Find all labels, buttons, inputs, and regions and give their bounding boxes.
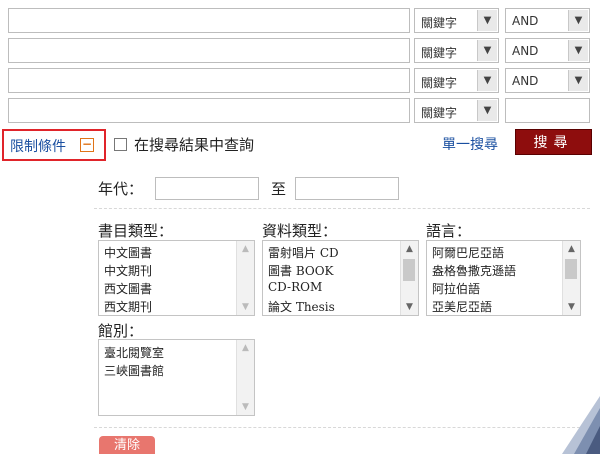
year-to-input[interactable] bbox=[295, 177, 399, 200]
year-from-input[interactable] bbox=[155, 177, 259, 200]
chevron-down-icon: ▼ bbox=[568, 70, 588, 91]
arrow-down-icon[interactable]: ▼ bbox=[237, 399, 254, 415]
field-select-value: 關鍵字 bbox=[421, 76, 458, 90]
arrow-up-icon[interactable]: ▲ bbox=[237, 241, 254, 257]
within-results-label: 在搜尋結果中查詢 bbox=[134, 136, 255, 154]
list-item[interactable]: 西文圖書 bbox=[104, 280, 152, 297]
field-select-value: 關鍵字 bbox=[421, 16, 458, 30]
list-item[interactable]: 阿拉伯語 bbox=[432, 280, 480, 297]
search-button[interactable]: 搜尋 bbox=[515, 129, 592, 155]
clear-button[interactable]: 清除 bbox=[99, 436, 155, 454]
arrow-up-icon[interactable]: ▲ bbox=[401, 241, 418, 257]
field-select-4[interactable]: 關鍵字 ▼ bbox=[414, 98, 499, 123]
search-term-input-4[interactable] bbox=[8, 98, 410, 123]
list-item[interactable]: 三峽圖書館 bbox=[104, 362, 164, 379]
chevron-down-icon: ▼ bbox=[477, 70, 497, 91]
chevron-down-icon: ▼ bbox=[477, 100, 497, 121]
chevron-down-icon: ▼ bbox=[477, 10, 497, 31]
field-select-value: 關鍵字 bbox=[421, 46, 458, 60]
within-results-checkbox[interactable] bbox=[114, 138, 127, 151]
list-item[interactable]: 亞美尼亞語 bbox=[432, 298, 492, 315]
arrow-up-icon[interactable]: ▲ bbox=[563, 241, 580, 257]
language-listbox[interactable]: 阿爾巴尼亞語 盎格魯撒克遜語 阿拉伯語 亞美尼亞語 ▲ ▼ bbox=[426, 240, 581, 316]
operator-select-3[interactable]: AND ▼ bbox=[505, 68, 590, 93]
list-item[interactable]: 盎格魯撒克遜語 bbox=[432, 262, 516, 279]
arrow-down-icon[interactable]: ▼ bbox=[237, 299, 254, 315]
operator-select-value: AND bbox=[512, 14, 539, 28]
list-item[interactable]: 中文圖書 bbox=[104, 244, 152, 261]
divider bbox=[94, 208, 590, 209]
list-item[interactable]: 中文期刊 bbox=[104, 262, 152, 279]
minus-box-icon: − bbox=[80, 137, 94, 152]
arrow-up-icon[interactable]: ▲ bbox=[237, 340, 254, 356]
language-label: 語言： bbox=[426, 222, 472, 240]
branch-listbox[interactable]: 臺北閱覽室 三峽圖書館 ▲ ▼ bbox=[98, 339, 255, 416]
list-item[interactable]: 雷射唱片 CD bbox=[268, 244, 339, 261]
search-term-input-3[interactable] bbox=[8, 68, 410, 93]
search-term-input-1[interactable] bbox=[8, 8, 410, 33]
field-select-2[interactable]: 關鍵字 ▼ bbox=[414, 38, 499, 63]
year-blank-input[interactable] bbox=[505, 98, 590, 123]
scrollbar[interactable]: ▲ ▼ bbox=[236, 241, 254, 315]
operator-select-value: AND bbox=[512, 44, 539, 58]
scroll-thumb[interactable] bbox=[565, 259, 577, 279]
bib-type-listbox[interactable]: 中文圖書 中文期刊 西文圖書 西文期刊 ▲ ▼ bbox=[98, 240, 255, 316]
scrollbar[interactable]: ▲ ▼ bbox=[562, 241, 580, 315]
chevron-down-icon: ▼ bbox=[477, 40, 497, 61]
branch-label: 館別： bbox=[98, 322, 144, 340]
filter-label: 限制條件 bbox=[10, 139, 66, 155]
divider bbox=[94, 427, 590, 428]
operator-select-1[interactable]: AND ▼ bbox=[505, 8, 590, 33]
bib-type-label: 書目類型： bbox=[98, 222, 174, 240]
arrow-down-icon[interactable]: ▼ bbox=[563, 299, 580, 315]
list-item[interactable]: 臺北閱覽室 bbox=[104, 344, 164, 361]
chevron-down-icon: ▼ bbox=[568, 40, 588, 61]
list-item[interactable]: 論文 Thesis bbox=[268, 298, 335, 315]
field-select-value: 關鍵字 bbox=[421, 106, 458, 120]
list-item[interactable]: 西文期刊 bbox=[104, 298, 152, 315]
scrollbar[interactable]: ▲ ▼ bbox=[400, 241, 418, 315]
search-term-input-2[interactable] bbox=[8, 38, 410, 63]
scroll-thumb[interactable] bbox=[403, 259, 415, 281]
chevron-down-icon: ▼ bbox=[568, 10, 588, 31]
filter-toggle[interactable]: 限制條件 − bbox=[2, 129, 106, 161]
material-type-listbox[interactable]: 雷射唱片 CD 圖書 BOOK CD-ROM 論文 Thesis ▲ ▼ bbox=[262, 240, 419, 316]
field-select-1[interactable]: 關鍵字 ▼ bbox=[414, 8, 499, 33]
list-item[interactable]: 圖書 BOOK bbox=[268, 262, 334, 279]
field-select-3[interactable]: 關鍵字 ▼ bbox=[414, 68, 499, 93]
operator-select-2[interactable]: AND ▼ bbox=[505, 38, 590, 63]
list-item[interactable]: 阿爾巴尼亞語 bbox=[432, 244, 504, 261]
decorative-corner-image bbox=[562, 396, 600, 454]
year-label: 年代： bbox=[98, 180, 144, 198]
single-search-link[interactable]: 單一搜尋 bbox=[442, 134, 498, 154]
operator-select-value: AND bbox=[512, 74, 539, 88]
material-type-label: 資料類型： bbox=[262, 222, 338, 240]
arrow-down-icon[interactable]: ▼ bbox=[401, 299, 418, 315]
list-item[interactable]: CD-ROM bbox=[268, 280, 322, 294]
scrollbar[interactable]: ▲ ▼ bbox=[236, 340, 254, 415]
year-to-label: 至 bbox=[271, 180, 287, 198]
